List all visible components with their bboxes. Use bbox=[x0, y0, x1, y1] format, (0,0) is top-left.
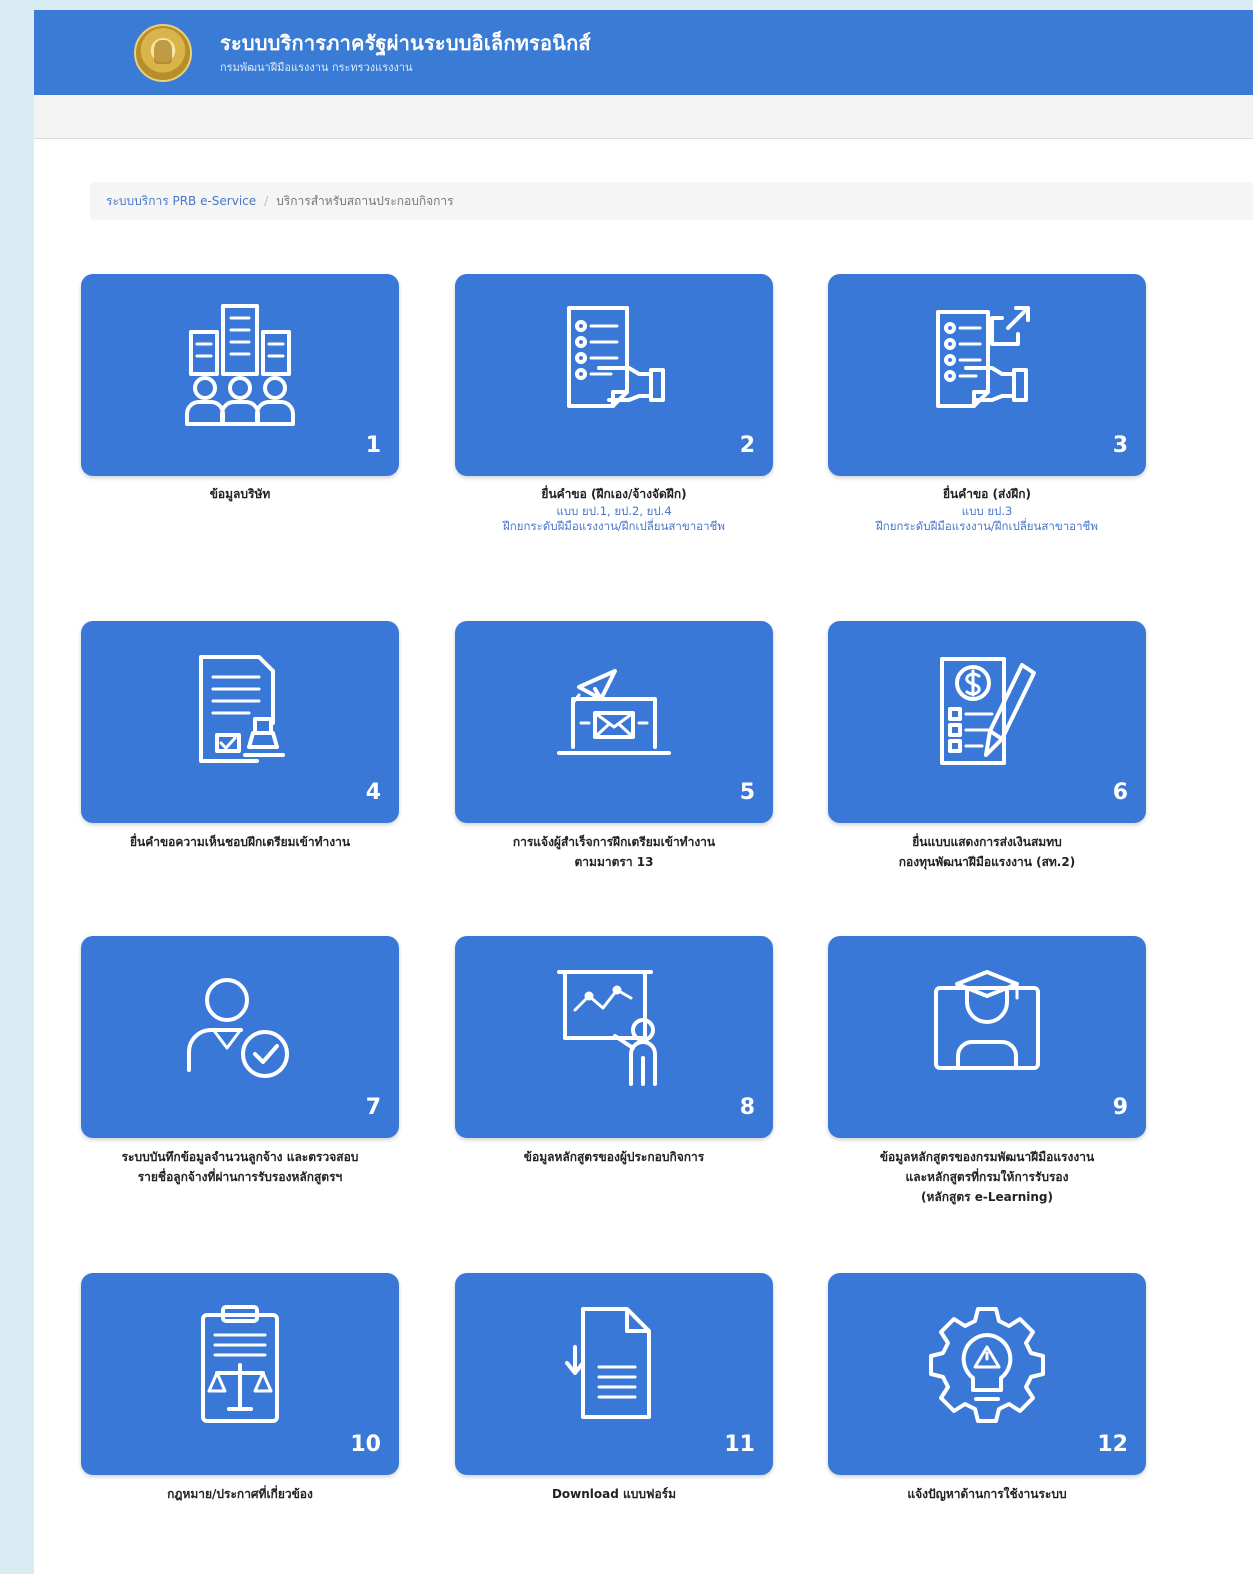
tile-label[interactable]: ยื่นคำขอ (ฝึกเอง/จ้างจัดฝึก) bbox=[541, 487, 686, 501]
email-notification-icon bbox=[557, 669, 671, 755]
tile-employee-records[interactable]: 7 bbox=[81, 936, 399, 1138]
department-logo[interactable] bbox=[134, 24, 192, 82]
tile-label[interactable]: ข้อมูลหลักสูตรของกรมพัฒนาฝีมือแรงงาน bbox=[880, 1150, 1094, 1164]
tile-laws-announcements[interactable]: 10 bbox=[81, 1273, 399, 1475]
tile-sublabel: แบบ ยป.3 bbox=[961, 504, 1013, 518]
tile-caption: ยื่นคำขอ (ส่งฝึก) แบบ ยป.3 ฝึกยกระดับฝีม… bbox=[828, 484, 1146, 534]
tile-caption: แจ้งปัญหาด้านการใช้งานระบบ bbox=[828, 1484, 1146, 1504]
tile-company-info[interactable]: 1 bbox=[81, 274, 399, 476]
tile-contribution-payment[interactable]: 6 bbox=[828, 621, 1146, 823]
tile-number: 10 bbox=[350, 1432, 381, 1457]
navigation-bar bbox=[34, 95, 1253, 139]
tile-caption: ยื่นคำขอความเห็นชอบฝึกเตรียมเข้าทำงาน bbox=[81, 832, 399, 852]
tile-number: 3 bbox=[1112, 433, 1128, 458]
tile-number: 4 bbox=[365, 780, 381, 805]
presentation-trainer-icon bbox=[557, 970, 657, 1086]
tile-caption: Download แบบฟอร์ม bbox=[455, 1484, 773, 1504]
page: ระบบบริการภาครัฐผ่านระบบอิเล็กทรอนิกส์ ก… bbox=[34, 10, 1253, 1574]
tile-label[interactable]: ระบบบันทึกข้อมูลจำนวนลูกจ้าง และตรวจสอบ bbox=[122, 1150, 359, 1164]
document-handover-icon bbox=[567, 306, 665, 408]
tile-label-line3: (หลักสูตร e-Learning) bbox=[921, 1190, 1053, 1204]
tile-caption: ยื่นคำขอ (ฝึกเอง/จ้างจัดฝึก) แบบ ยป.1, ย… bbox=[455, 484, 773, 534]
header-subtitle: กรมพัฒนาฝีมือแรงงาน กระทรวงแรงงาน bbox=[220, 61, 413, 74]
tile-caption: การแจ้งผู้สำเร็จการฝึกเตรียมเข้าทำงาน ตา… bbox=[455, 832, 773, 872]
tile-number: 12 bbox=[1097, 1432, 1128, 1457]
tile-label[interactable]: แจ้งปัญหาด้านการใช้งานระบบ bbox=[907, 1487, 1066, 1501]
tile-company-courses[interactable]: 8 bbox=[455, 936, 773, 1138]
tile-number: 11 bbox=[724, 1432, 755, 1457]
tile-number: 2 bbox=[739, 433, 755, 458]
tile-apply-self-training[interactable]: 2 bbox=[455, 274, 773, 476]
company-buildings-icon bbox=[185, 304, 295, 426]
tile-sublabel: ฝึกยกระดับฝีมือแรงงาน/ฝึกเปลี่ยนสาขาอาชี… bbox=[503, 519, 725, 533]
breadcrumb: ระบบบริการ PRB e-Service / บริการสำหรับส… bbox=[90, 182, 1253, 220]
tile-label[interactable]: ข้อมูลหลักสูตรของผู้ประกอบกิจการ bbox=[524, 1150, 704, 1164]
tile-notify-trainees[interactable]: 5 bbox=[455, 621, 773, 823]
tile-caption: ข้อมูลหลักสูตรของผู้ประกอบกิจการ bbox=[455, 1147, 773, 1167]
tile-label[interactable]: การแจ้งผู้สำเร็จการฝึกเตรียมเข้าทำงาน bbox=[513, 835, 715, 849]
download-form-icon bbox=[565, 1307, 651, 1419]
tile-number: 9 bbox=[1112, 1095, 1128, 1120]
tile-apply-send-training[interactable]: 3 bbox=[828, 274, 1146, 476]
tile-label[interactable]: ยื่นคำขอ (ส่งฝึก) bbox=[943, 487, 1031, 501]
document-send-icon bbox=[936, 306, 1030, 408]
verified-employee-icon bbox=[187, 978, 289, 1078]
header-bar: ระบบบริการภาครัฐผ่านระบบอิเล็กทรอนิกส์ ก… bbox=[34, 10, 1253, 95]
law-clipboard-icon bbox=[201, 1305, 279, 1423]
tile-sublabel: แบบ ยป.1, ยป.2, ยป.4 bbox=[556, 504, 672, 518]
payment-form-icon bbox=[940, 657, 1036, 765]
tile-number: 5 bbox=[739, 780, 755, 805]
tile-caption: ข้อมูลบริษัท bbox=[81, 484, 399, 504]
tile-label[interactable]: ยื่นแบบแสดงการส่งเงินสมทบ bbox=[912, 835, 1061, 849]
tile-label[interactable]: กฎหมาย/ประกาศที่เกี่ยวข้อง bbox=[167, 1487, 313, 1501]
tile-label[interactable]: Download แบบฟอร์ม bbox=[552, 1487, 676, 1501]
tile-report-problem[interactable]: 12 bbox=[828, 1273, 1146, 1475]
tile-sublabel: ฝึกยกระดับฝีมือแรงงาน/ฝึกเปลี่ยนสาขาอาชี… bbox=[876, 519, 1098, 533]
tile-label[interactable]: ข้อมูลบริษัท bbox=[210, 487, 271, 501]
tile-caption: ระบบบันทึกข้อมูลจำนวนลูกจ้าง และตรวจสอบ … bbox=[81, 1147, 399, 1187]
tile-label[interactable]: ยื่นคำขอความเห็นชอบฝึกเตรียมเข้าทำงาน bbox=[130, 835, 350, 849]
tile-label-line2: ตามมาตรา 13 bbox=[574, 855, 654, 869]
tile-number: 6 bbox=[1112, 780, 1128, 805]
tile-label-line2: กองทุนพัฒนาฝีมือแรงงาน (สท.2) bbox=[898, 855, 1076, 869]
tile-label-line2: รายชื่อลูกจ้างที่ผ่านการรับรองหลักสูตรฯ bbox=[137, 1170, 343, 1184]
breadcrumb-separator: / bbox=[264, 194, 269, 208]
tile-caption: ยื่นแบบแสดงการส่งเงินสมทบ กองทุนพัฒนาฝีม… bbox=[828, 832, 1146, 872]
tile-caption: ข้อมูลหลักสูตรของกรมพัฒนาฝีมือแรงงาน และ… bbox=[828, 1147, 1146, 1207]
header-title: ระบบบริการภาครัฐผ่านระบบอิเล็กทรอนิกส์ bbox=[220, 31, 591, 55]
breadcrumb-current: บริการสำหรับสถานประกอบกิจการ bbox=[276, 193, 454, 208]
tile-number: 1 bbox=[365, 433, 381, 458]
tile-number: 7 bbox=[365, 1095, 381, 1120]
stamped-document-icon bbox=[199, 655, 285, 763]
tile-apply-pre-employment-approval[interactable]: 4 bbox=[81, 621, 399, 823]
tile-download-forms[interactable]: 11 bbox=[455, 1273, 773, 1475]
breadcrumb-home-link[interactable]: ระบบบริการ PRB e-Service bbox=[106, 192, 256, 211]
tile-number: 8 bbox=[739, 1095, 755, 1120]
problem-report-icon bbox=[929, 1307, 1045, 1423]
tile-caption: กฎหมาย/ประกาศที่เกี่ยวข้อง bbox=[81, 1484, 399, 1504]
e-learning-graduate-icon bbox=[934, 970, 1040, 1070]
tile-dsd-elearning-courses[interactable]: 9 bbox=[828, 936, 1146, 1138]
tile-label-line2: และหลักสูตรที่กรมให้การรับรอง bbox=[905, 1170, 1069, 1184]
